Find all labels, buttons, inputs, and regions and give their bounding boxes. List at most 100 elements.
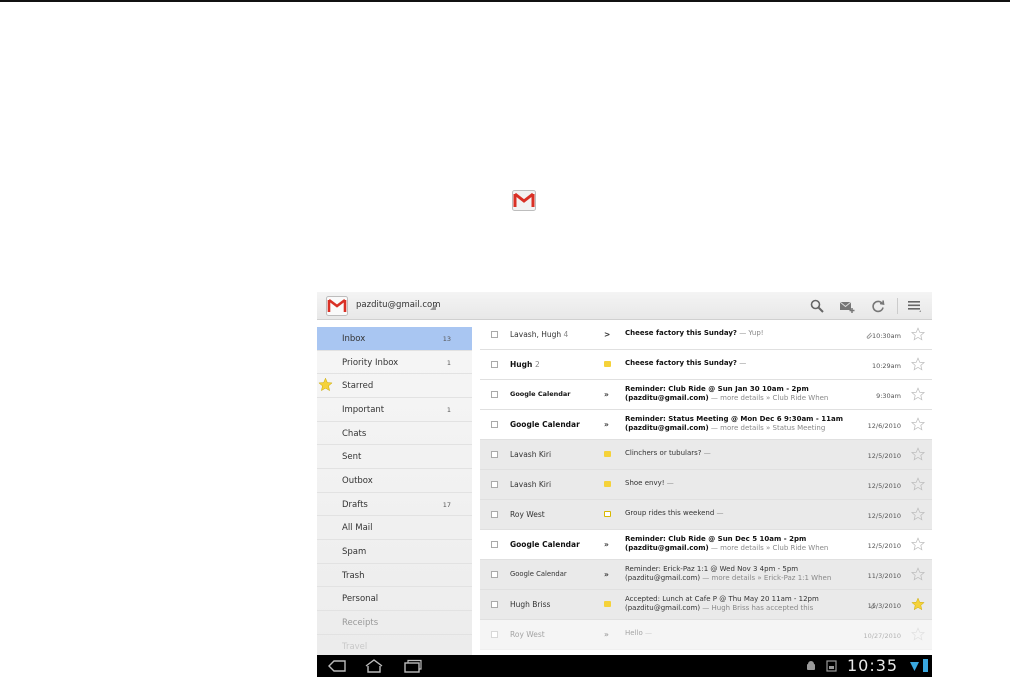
search-icon[interactable] [809,298,825,314]
star-icon[interactable] [911,327,925,341]
thread-count: 2 [534,360,540,369]
home-icon[interactable] [364,658,384,673]
battery-icon [923,659,928,672]
message-date: 12/5/2010 [867,542,901,550]
sidebar-item-outbox[interactable]: Outbox [317,469,472,493]
star-icon[interactable] [911,447,925,461]
android-notification-icon[interactable] [805,660,817,672]
message-row[interactable]: Google Calendar » Reminder: Status Meeti… [480,410,932,440]
sidebar-item-trash[interactable]: Trash [317,564,472,588]
important-marker-icon [604,481,611,487]
message-row[interactable]: Lavash Kiri Clinchers or tubulars? — 12/… [480,440,932,470]
message-row[interactable]: Hugh 2 Cheese factory this Sunday? — 10:… [480,350,932,380]
select-checkbox[interactable] [491,541,498,548]
sidebar-item-label: All Mail [342,523,373,534]
sender: Hugh 2 [510,360,540,369]
message-row[interactable]: Lavash Kiri Shoe envy! — 12/5/2010 [480,470,932,500]
gmail-app-icon[interactable] [512,190,536,211]
subject-line: Reminder: Status Meeting @ Mon Dec 6 9:3… [625,415,843,432]
message-row[interactable]: Google Calendar » Reminder: Erick-Paz 1:… [480,560,932,590]
select-checkbox[interactable] [491,331,498,338]
wifi-icon [910,662,919,671]
sidebar-item-all-mail[interactable]: All Mail [317,516,472,540]
sidebar-item-important[interactable]: Important 1 [317,398,472,422]
sidebar: Inbox 13 Priority Inbox 1 Starred Import… [317,327,472,659]
sidebar-item-starred[interactable]: Starred [317,374,472,398]
account-selector[interactable]: pazditu@gmail.com [356,300,441,310]
message-row[interactable]: Hugh Briss Accepted: Lunch at Cafe P @ T… [480,590,932,620]
sidebar-item-label: Spam [342,546,367,557]
sidebar-item-receipts[interactable]: Receipts [317,611,472,635]
marker: » [604,420,609,429]
select-checkbox[interactable] [491,601,498,608]
message-row[interactable]: Lavash, Hugh 4 > Cheese factory this Sun… [480,320,932,350]
subject-line: Cheese factory this Sunday? — [625,359,747,367]
subject-line: Clinchers or tubulars? — [625,449,711,457]
sidebar-item-sent[interactable]: Sent [317,445,472,469]
storage-notification-icon[interactable] [826,660,837,672]
message-date: 12/5/2010 [867,452,901,460]
message-row[interactable]: Roy West » Hello — 10/27/2010 [480,620,932,650]
select-checkbox[interactable] [491,451,498,458]
sender: Lavash Kiri [510,480,552,489]
sidebar-item-personal[interactable]: Personal [317,587,472,611]
sidebar-item-drafts[interactable]: Drafts 17 [317,493,472,517]
sidebar-item-label: Starred [342,381,374,392]
recent-apps-icon[interactable] [403,659,423,673]
unread-count: 1 [446,358,451,367]
star-icon[interactable] [911,567,925,581]
sidebar-item-priority-inbox[interactable]: Priority Inbox 1 [317,351,472,375]
back-icon[interactable] [327,659,347,673]
select-checkbox[interactable] [491,361,498,368]
star-icon [318,377,333,392]
sidebar-item-chats[interactable]: Chats [317,422,472,446]
select-checkbox[interactable] [491,391,498,398]
message-date: 9:30am [876,392,901,400]
sidebar-item-inbox[interactable]: Inbox 13 [317,327,472,351]
account-dropdown-icon[interactable] [430,304,436,310]
menu-icon[interactable] [906,298,922,314]
star-icon[interactable] [911,537,925,551]
unread-count: 13 [442,335,451,343]
unread-count: 1 [446,405,451,414]
sidebar-item-label: Receipts [342,617,379,628]
select-checkbox[interactable] [491,571,498,578]
sender: Lavash, Hugh 4 [510,330,569,339]
sidebar-item-spam[interactable]: Spam [317,540,472,564]
marker-outline-icon [604,511,611,517]
refresh-icon[interactable] [870,298,886,314]
subject-line: Reminder: Club Ride @ Sun Jan 30 10am - … [625,385,829,402]
message-date: 12/6/2010 [867,422,901,430]
compose-icon[interactable] [839,298,855,314]
gmail-logo-icon[interactable] [326,296,348,316]
thread-count: 4 [563,330,569,339]
sidebar-item-label: Travel [342,641,368,652]
action-bar: pazditu@gmail.com [317,292,932,320]
marker: » [604,570,609,579]
clock: 10:35 [847,656,899,675]
sidebar-item-label: Drafts [342,499,368,510]
message-date: 11/3/2010 [867,602,901,610]
star-icon-starred[interactable] [911,597,925,611]
sidebar-item-label: Inbox [342,334,366,344]
message-date: 12/5/2010 [867,512,901,520]
star-icon[interactable] [911,477,925,491]
select-checkbox[interactable] [491,511,498,518]
subject-line: Accepted: Lunch at Cafe P @ Thu May 20 1… [625,595,819,612]
select-checkbox[interactable] [491,631,498,638]
message-row[interactable]: Roy West Group rides this weekend — 12/5… [480,500,932,530]
select-checkbox[interactable] [491,421,498,428]
sidebar-item-label: Personal [342,594,379,605]
star-icon[interactable] [911,387,925,401]
star-icon[interactable] [911,627,925,641]
star-icon[interactable] [911,417,925,431]
star-icon[interactable] [911,357,925,371]
important-marker-icon [604,361,611,367]
select-checkbox[interactable] [491,481,498,488]
message-date: 12/5/2010 [867,482,901,490]
unread-count: 17 [442,500,451,509]
subject-line: Reminder: Erick-Paz 1:1 @ Wed Nov 3 4pm … [625,565,832,582]
message-row[interactable]: Google Calendar » Reminder: Club Ride @ … [480,530,932,560]
star-icon[interactable] [911,507,925,521]
message-row[interactable]: Google Calendar » Reminder: Club Ride @ … [480,380,932,410]
